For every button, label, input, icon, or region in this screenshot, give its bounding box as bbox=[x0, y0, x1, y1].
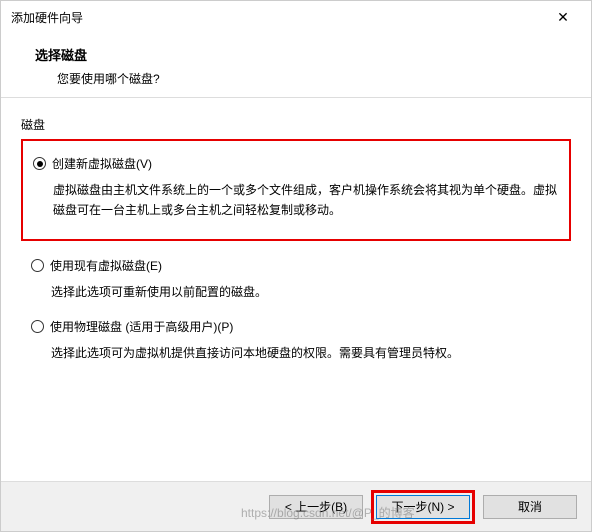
next-button-highlight: 下一步(N) > bbox=[371, 490, 475, 524]
option-desc: 虚拟磁盘由主机文件系统上的一个或多个文件组成，客户机操作系统会将其视为单个硬盘。… bbox=[33, 180, 559, 221]
radio-label: 创建新虚拟磁盘(V) bbox=[52, 155, 152, 172]
option-use-physical-disk[interactable]: 使用物理磁盘 (适用于高级用户)(P) 选择此选项可为虚拟机提供直接访问本地硬盘… bbox=[21, 316, 571, 377]
window-title: 添加硬件向导 bbox=[11, 9, 545, 26]
radio-icon[interactable] bbox=[31, 259, 44, 272]
option-desc: 选择此选项可为虚拟机提供直接访问本地硬盘的权限。需要具有管理员特权。 bbox=[31, 343, 561, 363]
page-subtitle: 您要使用哪个磁盘? bbox=[35, 70, 591, 87]
radio-label: 使用物理磁盘 (适用于高级用户)(P) bbox=[50, 318, 233, 335]
radio-row[interactable]: 使用现有虚拟磁盘(E) bbox=[31, 257, 561, 274]
cancel-button[interactable]: 取消 bbox=[483, 495, 577, 519]
close-button[interactable]: ✕ bbox=[545, 4, 581, 30]
radio-label: 使用现有虚拟磁盘(E) bbox=[50, 257, 162, 274]
page-title: 选择磁盘 bbox=[35, 45, 591, 64]
group-label: 磁盘 bbox=[21, 116, 571, 133]
radio-row[interactable]: 创建新虚拟磁盘(V) bbox=[33, 155, 559, 172]
back-button[interactable]: < 上一步(B) bbox=[269, 495, 363, 519]
footer: < 上一步(B) 下一步(N) > 取消 bbox=[1, 481, 591, 531]
wizard-header: 选择磁盘 您要使用哪个磁盘? bbox=[1, 33, 591, 98]
content-area: 磁盘 创建新虚拟磁盘(V) 虚拟磁盘由主机文件系统上的一个或多个文件组成，客户机… bbox=[1, 98, 591, 378]
radio-row[interactable]: 使用物理磁盘 (适用于高级用户)(P) bbox=[31, 318, 561, 335]
next-button[interactable]: 下一步(N) > bbox=[376, 495, 470, 519]
radio-icon[interactable] bbox=[33, 157, 46, 170]
option-desc: 选择此选项可重新使用以前配置的磁盘。 bbox=[31, 282, 561, 302]
titlebar: 添加硬件向导 ✕ bbox=[1, 1, 591, 33]
option-use-existing-disk[interactable]: 使用现有虚拟磁盘(E) 选择此选项可重新使用以前配置的磁盘。 bbox=[21, 255, 571, 316]
option-create-new-disk[interactable]: 创建新虚拟磁盘(V) 虚拟磁盘由主机文件系统上的一个或多个文件组成，客户机操作系… bbox=[21, 139, 571, 241]
radio-icon[interactable] bbox=[31, 320, 44, 333]
